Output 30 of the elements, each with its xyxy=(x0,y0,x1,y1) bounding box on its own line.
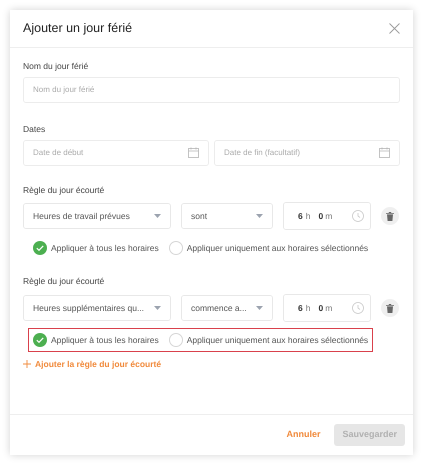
calendar-icon xyxy=(379,147,390,158)
type-dropdown[interactable]: Heures de travail prévues xyxy=(23,203,171,230)
field-label: Règle du jour écourté xyxy=(23,275,106,288)
delete-button[interactable] xyxy=(381,207,399,226)
radio-option[interactable]: Appliquer uniquement aux horaires sélectionnés xyxy=(168,333,368,347)
close-icon[interactable] xyxy=(389,23,400,34)
operator-dropdown[interactable]: commence a... xyxy=(181,295,273,321)
calendar-icon xyxy=(188,147,199,158)
radio-option[interactable]: Appliquer uniquement aux horaires sélectionnés xyxy=(168,241,368,256)
time-field[interactable]: 6 h 0 m xyxy=(283,202,371,230)
clock-icon xyxy=(352,302,364,314)
field-label: Dates xyxy=(23,122,46,136)
radio-option[interactable]: Appliquer à tous les horaires xyxy=(33,333,159,347)
name-input[interactable]: Nom du jour férié xyxy=(23,76,400,103)
caret-icon xyxy=(256,306,263,310)
trash-icon xyxy=(386,212,394,221)
operator-dropdown[interactable]: sont xyxy=(181,203,273,230)
caret-icon xyxy=(154,214,161,218)
field-label: Règle du jour écourté xyxy=(23,184,106,196)
clock-icon xyxy=(352,210,364,222)
time-field[interactable]: 6 h 0 m xyxy=(283,294,371,322)
delete-button[interactable] xyxy=(381,299,399,317)
dialog-title: Ajouter un jour férié xyxy=(23,20,132,38)
trash-icon xyxy=(386,304,394,312)
radio-option[interactable]: Appliquer à tous les horaires xyxy=(33,241,159,256)
plus-icon xyxy=(23,360,31,368)
caret-icon xyxy=(256,214,263,218)
caret-icon xyxy=(154,306,161,310)
field-label: Nom du jour férié xyxy=(23,60,90,73)
type-dropdown[interactable]: Heures supplémentaires qu... xyxy=(23,295,171,321)
